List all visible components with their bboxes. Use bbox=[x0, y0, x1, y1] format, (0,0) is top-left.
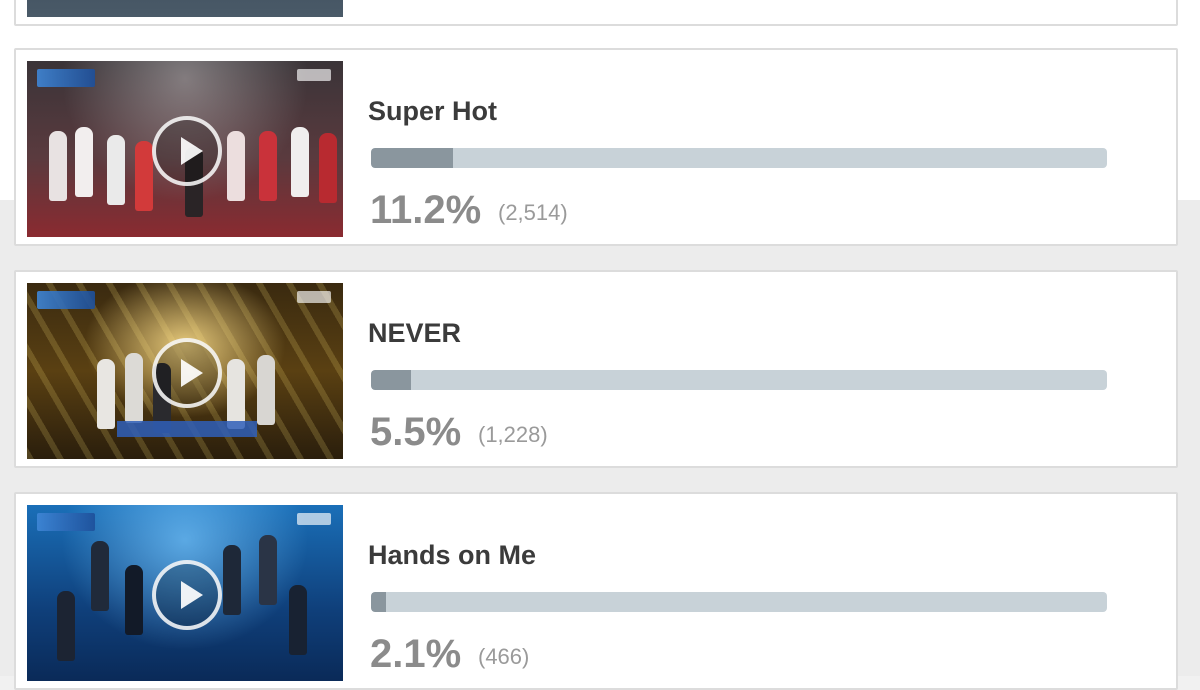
performer-figure bbox=[107, 135, 125, 205]
option-title: Hands on Me bbox=[368, 540, 537, 570]
vote-progress-fill bbox=[371, 370, 412, 390]
play-icon[interactable] bbox=[152, 338, 222, 408]
performer-figure bbox=[289, 585, 307, 655]
poll-option-card: NEVER 5.5% (1,228) bbox=[14, 270, 1178, 468]
poll-option-card-partial bbox=[14, 0, 1178, 26]
vote-count: (2,514) bbox=[498, 200, 568, 225]
performer-figure bbox=[91, 541, 109, 611]
performer-figure bbox=[125, 353, 143, 423]
broadcaster-logo bbox=[297, 513, 331, 525]
performer-figure bbox=[227, 131, 245, 201]
poll-option-card: Super Hot 11.2% (2,514) bbox=[14, 48, 1178, 246]
performer-figure bbox=[319, 133, 337, 203]
performer-figure bbox=[291, 127, 309, 197]
play-icon[interactable] bbox=[152, 116, 222, 186]
performer-figure bbox=[227, 359, 245, 429]
video-thumbnail[interactable] bbox=[27, 283, 343, 459]
performer-figure bbox=[223, 545, 241, 615]
video-thumbnail-partial[interactable] bbox=[27, 0, 343, 17]
stage-caption-band bbox=[117, 421, 257, 437]
video-thumbnail[interactable] bbox=[27, 61, 343, 237]
broadcaster-logo bbox=[297, 291, 331, 303]
performer-figure bbox=[259, 535, 277, 605]
video-thumbnail[interactable] bbox=[27, 505, 343, 681]
performer-figure bbox=[135, 141, 153, 211]
vote-percent: 11.2% bbox=[370, 188, 482, 232]
vote-progress-bar bbox=[371, 370, 1107, 390]
performer-figure bbox=[259, 131, 277, 201]
poll-option-card: Hands on Me 2.1% (466) bbox=[14, 492, 1178, 690]
performer-figure bbox=[57, 591, 75, 661]
vote-count: (1,228) bbox=[478, 422, 548, 447]
vote-percent: 5.5% bbox=[370, 410, 462, 454]
vote-progress-bar bbox=[371, 148, 1107, 168]
option-title: NEVER bbox=[368, 318, 462, 348]
vote-progress-fill bbox=[371, 148, 454, 168]
performer-figure bbox=[97, 359, 115, 429]
broadcaster-logo bbox=[297, 69, 331, 81]
performer-figure bbox=[75, 127, 93, 197]
performer-figure bbox=[125, 565, 143, 635]
channel-logo bbox=[37, 69, 95, 87]
play-icon[interactable] bbox=[152, 560, 222, 630]
vote-count: (466) bbox=[478, 644, 530, 669]
performer-figure bbox=[49, 131, 67, 201]
vote-progress-bar bbox=[371, 592, 1107, 612]
channel-logo bbox=[37, 513, 95, 531]
vote-progress-fill bbox=[371, 592, 387, 612]
channel-logo bbox=[37, 291, 95, 309]
option-title: Super Hot bbox=[368, 96, 498, 126]
vote-percent: 2.1% bbox=[370, 632, 462, 676]
performer-figure bbox=[257, 355, 275, 425]
